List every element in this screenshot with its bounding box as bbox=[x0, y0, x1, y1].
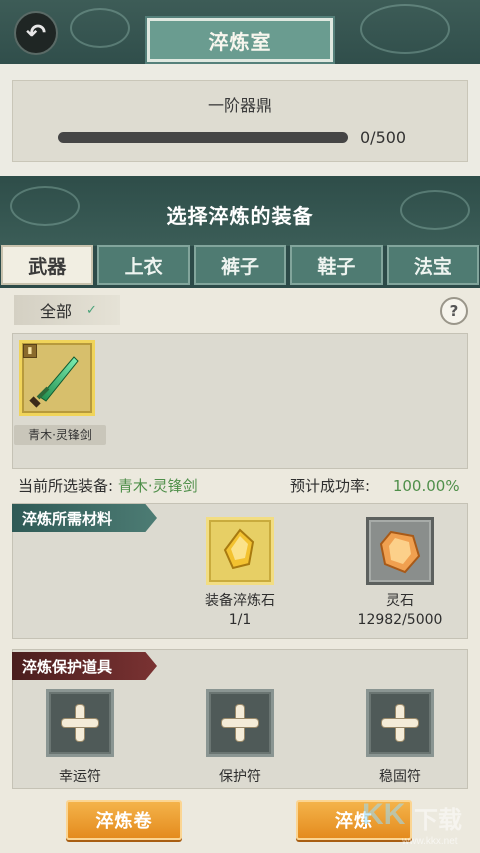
tab-label: 武器 bbox=[28, 255, 67, 278]
watermark: KK 下载 www.kkx.net bbox=[362, 796, 480, 850]
material-count: 1/1 bbox=[228, 612, 252, 628]
back-button[interactable]: ↶ bbox=[14, 11, 58, 55]
plus-icon bbox=[380, 703, 420, 743]
success-rate-value: 100.00% bbox=[392, 477, 460, 495]
section-title: 选择淬炼的装备 bbox=[166, 204, 314, 228]
watermark-url: www.kkx.net bbox=[402, 836, 458, 847]
plus-icon bbox=[60, 703, 100, 743]
tab-pants[interactable]: 裤子 bbox=[193, 245, 287, 285]
material-slot-refining-stone[interactable] bbox=[206, 517, 274, 585]
current-selection-label: 当前所选装备: bbox=[18, 477, 114, 495]
back-arrow-icon: ↶ bbox=[25, 19, 47, 47]
cauldron-progress-bar bbox=[58, 132, 348, 143]
tab-label: 鞋子 bbox=[317, 255, 356, 278]
refine-scroll-label: 淬炼卷 bbox=[95, 811, 153, 832]
watermark-text: 下载 bbox=[414, 806, 462, 834]
protection-name: 幸运符 bbox=[59, 769, 101, 785]
materials-title: 淬炼所需材料 bbox=[22, 509, 113, 528]
current-selection-row: 当前所选装备: 青木·灵锋剑 bbox=[18, 475, 198, 496]
materials-ribbon: 淬炼所需材料 bbox=[12, 504, 157, 532]
tab-top[interactable]: 上衣 bbox=[97, 245, 190, 285]
lock-icon: ▮ bbox=[23, 344, 37, 358]
help-button[interactable]: ? bbox=[440, 297, 468, 325]
chevron-down-icon: ✓ bbox=[86, 302, 97, 318]
tab-label: 上衣 bbox=[124, 255, 163, 278]
cauldron-name: 一阶器鼎 bbox=[207, 96, 272, 115]
current-selection-value: 青木·灵锋剑 bbox=[117, 477, 198, 495]
tab-weapon[interactable]: 武器 bbox=[1, 245, 94, 285]
tab-artifact[interactable]: 法宝 bbox=[386, 245, 480, 285]
equipment-tabs: 武器 上衣 裤子 鞋子 法宝 bbox=[0, 245, 480, 287]
tab-label: 法宝 bbox=[413, 255, 452, 278]
spirit-stone-icon bbox=[379, 530, 421, 574]
protection-slot-luck[interactable] bbox=[46, 689, 114, 757]
cloud-decoration bbox=[70, 8, 130, 48]
equipment-name-label: 青木·灵锋剑 bbox=[14, 425, 106, 445]
material-slot-spirit-stone[interactable] bbox=[366, 517, 434, 585]
protection-slot-stable[interactable] bbox=[366, 689, 434, 757]
material-name: 装备淬炼石 bbox=[205, 593, 275, 609]
page-title-text: 淬炼室 bbox=[208, 29, 272, 54]
tab-label: 裤子 bbox=[221, 255, 260, 278]
watermark-logo: KK bbox=[362, 798, 406, 831]
help-icon: ? bbox=[449, 302, 459, 320]
material-name: 灵石 bbox=[386, 593, 414, 609]
protection-name: 稳固符 bbox=[379, 769, 421, 785]
refining-stone-icon bbox=[223, 528, 255, 570]
material-count: 12982/5000 bbox=[357, 612, 443, 628]
protection-slot-protect[interactable] bbox=[206, 689, 274, 757]
tab-shoes[interactable]: 鞋子 bbox=[290, 245, 383, 285]
success-rate-row: 预计成功率: 100.00% bbox=[290, 475, 460, 496]
refine-scroll-button[interactable]: 淬炼卷 bbox=[66, 800, 182, 840]
cauldron-progress-text: 0/500 bbox=[360, 128, 407, 147]
cloud-decoration bbox=[360, 4, 450, 54]
page-title: 淬炼室 bbox=[145, 16, 335, 64]
filter-label: 全部 bbox=[40, 302, 73, 321]
protection-ribbon: 淬炼保护道具 bbox=[12, 652, 157, 680]
protection-name: 保护符 bbox=[219, 769, 261, 785]
filter-dropdown[interactable]: 全部 ✓ bbox=[14, 295, 120, 325]
plus-icon bbox=[220, 703, 260, 743]
success-rate-label: 预计成功率: bbox=[290, 477, 371, 495]
protection-title: 淬炼保护道具 bbox=[22, 657, 113, 676]
